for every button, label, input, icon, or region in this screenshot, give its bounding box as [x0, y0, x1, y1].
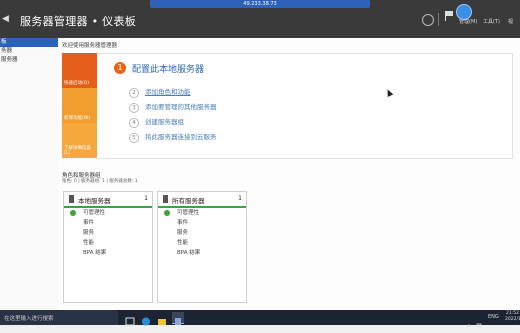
tile-label: 新增功能(W) [64, 116, 90, 121]
row-label: 可管理性 [83, 210, 106, 216]
sidebar: 板 务器 服务器 [0, 38, 59, 310]
back-arrow-icon[interactable]: ◀ [2, 14, 12, 24]
tile-label: 了解详细信息(L) [64, 146, 91, 156]
local-server-card[interactable]: 本地服务器 1 可管理性 事件 服务 性能 BPA 结果 [63, 191, 153, 303]
card-row-services[interactable]: 服务 [158, 228, 246, 238]
card-title: 所有服务器 [172, 197, 205, 205]
step-label: 添加角色和功能 [145, 88, 191, 96]
server-manager-taskbar-icon[interactable] [172, 312, 184, 325]
file-explorer-icon[interactable] [156, 312, 168, 325]
server-icon [69, 195, 74, 203]
remote-connection-bar[interactable]: 49.233.38.73 [150, 0, 370, 8]
step-number: 2 [129, 88, 139, 98]
card-row-bpa[interactable]: BPA 结果 [64, 248, 152, 258]
sidebar-item-local-server[interactable]: 务器 [0, 47, 58, 56]
tray-chevron-icon[interactable] [466, 314, 472, 328]
configure-local-server-link[interactable]: 配置此本地服务器 [132, 62, 204, 75]
menu-tools[interactable]: 工具(T) [483, 18, 500, 25]
card-row-performance[interactable]: 性能 [158, 238, 246, 248]
taskbar: 在这里输入进行搜索 ENG 21:52 2022/1... [0, 310, 520, 328]
system-clock[interactable]: 21:52 2022/1... [505, 311, 520, 323]
step-number: 3 [129, 103, 139, 113]
card-header[interactable]: 本地服务器 1 [64, 192, 152, 208]
server-icon [163, 195, 168, 203]
card-row-events[interactable]: 事件 [158, 218, 246, 228]
status-ok-icon [164, 210, 170, 216]
sidebar-item-dashboard[interactable]: 板 [0, 38, 58, 47]
step-number: 4 [129, 118, 139, 128]
clock-date: 2022/1... [505, 317, 520, 322]
toolbar-separator [438, 13, 439, 26]
card-count: 1 [238, 195, 242, 202]
welcome-title: 欢迎使用服务器管理器 [62, 43, 118, 49]
task-view-icon[interactable] [124, 312, 136, 326]
card-row-manageability[interactable]: 可管理性 [158, 208, 246, 218]
add-servers-link[interactable]: 3 添加要管理的其他服务器 [129, 101, 217, 113]
all-servers-card[interactable]: 所有服务器 1 可管理性 事件 服务 性能 BPA 结果 [157, 191, 247, 303]
welcome-tiles: 快速启动(Q) 新增功能(W) 了解详细信息(L) [62, 53, 97, 158]
notifications-flag-icon[interactable] [445, 11, 454, 21]
card-row-performance[interactable]: 性能 [64, 238, 152, 248]
search-placeholder: 在这里输入进行搜索 [4, 316, 54, 322]
card-title: 本地服务器 [78, 197, 111, 205]
tile-quick-start[interactable]: 快速启动(Q) [62, 53, 97, 88]
network-icon[interactable] [476, 314, 482, 328]
card-row-services[interactable]: 服务 [64, 228, 152, 238]
step-label: 将此服务器连接到云服务 [145, 133, 217, 141]
refresh-icon[interactable] [422, 14, 434, 26]
card-row-bpa[interactable]: BPA 结果 [158, 248, 246, 258]
row-label: 可管理性 [177, 210, 200, 216]
step-label: 创建服务器组 [145, 118, 184, 126]
dashboard-content: 欢迎使用服务器管理器 快速启动(Q) 新增功能(W) 了解详细信息(L) 1 配… [58, 38, 520, 310]
connect-cloud-link[interactable]: 5 将此服务器连接到云服务 [129, 131, 217, 143]
edge-browser-icon[interactable] [140, 312, 152, 326]
sidebar-item-all-servers[interactable]: 服务器 [0, 56, 58, 65]
step-number: 5 [129, 133, 139, 143]
card-count: 1 [144, 195, 148, 202]
configure-panel: 1 配置此本地服务器 2 添加角色和功能 3 添加要管理的其他服务器 4 创建服务器组… [97, 53, 513, 159]
card-row-manageability[interactable]: 可管理性 [64, 208, 152, 218]
add-roles-link[interactable]: 2 添加角色和功能 [129, 86, 191, 98]
create-server-group-link[interactable]: 4 创建服务器组 [129, 116, 184, 128]
step-number: 1 [114, 62, 126, 74]
step-label: 添加要管理的其他服务器 [145, 103, 217, 111]
window-title: 服务器管理器 • 仪表板 [20, 15, 137, 28]
roles-summary: 角色: 0 | 服务器组: 1 | 服务器总数: 1 [62, 179, 138, 184]
menu-view[interactable]: 视 [508, 18, 513, 25]
tile-label: 快速启动(Q) [64, 81, 90, 86]
card-header[interactable]: 所有服务器 1 [158, 192, 246, 208]
card-row-events[interactable]: 事件 [64, 218, 152, 228]
tile-learn-more[interactable]: 了解详细信息(L) [62, 123, 97, 158]
menu-manage[interactable]: 管理(M) [459, 18, 477, 25]
language-indicator[interactable]: ENG [488, 314, 499, 320]
tile-whats-new[interactable]: 新增功能(W) [62, 88, 97, 123]
status-ok-icon [70, 210, 76, 216]
taskbar-search-box[interactable]: 在这里输入进行搜索 [0, 310, 118, 325]
